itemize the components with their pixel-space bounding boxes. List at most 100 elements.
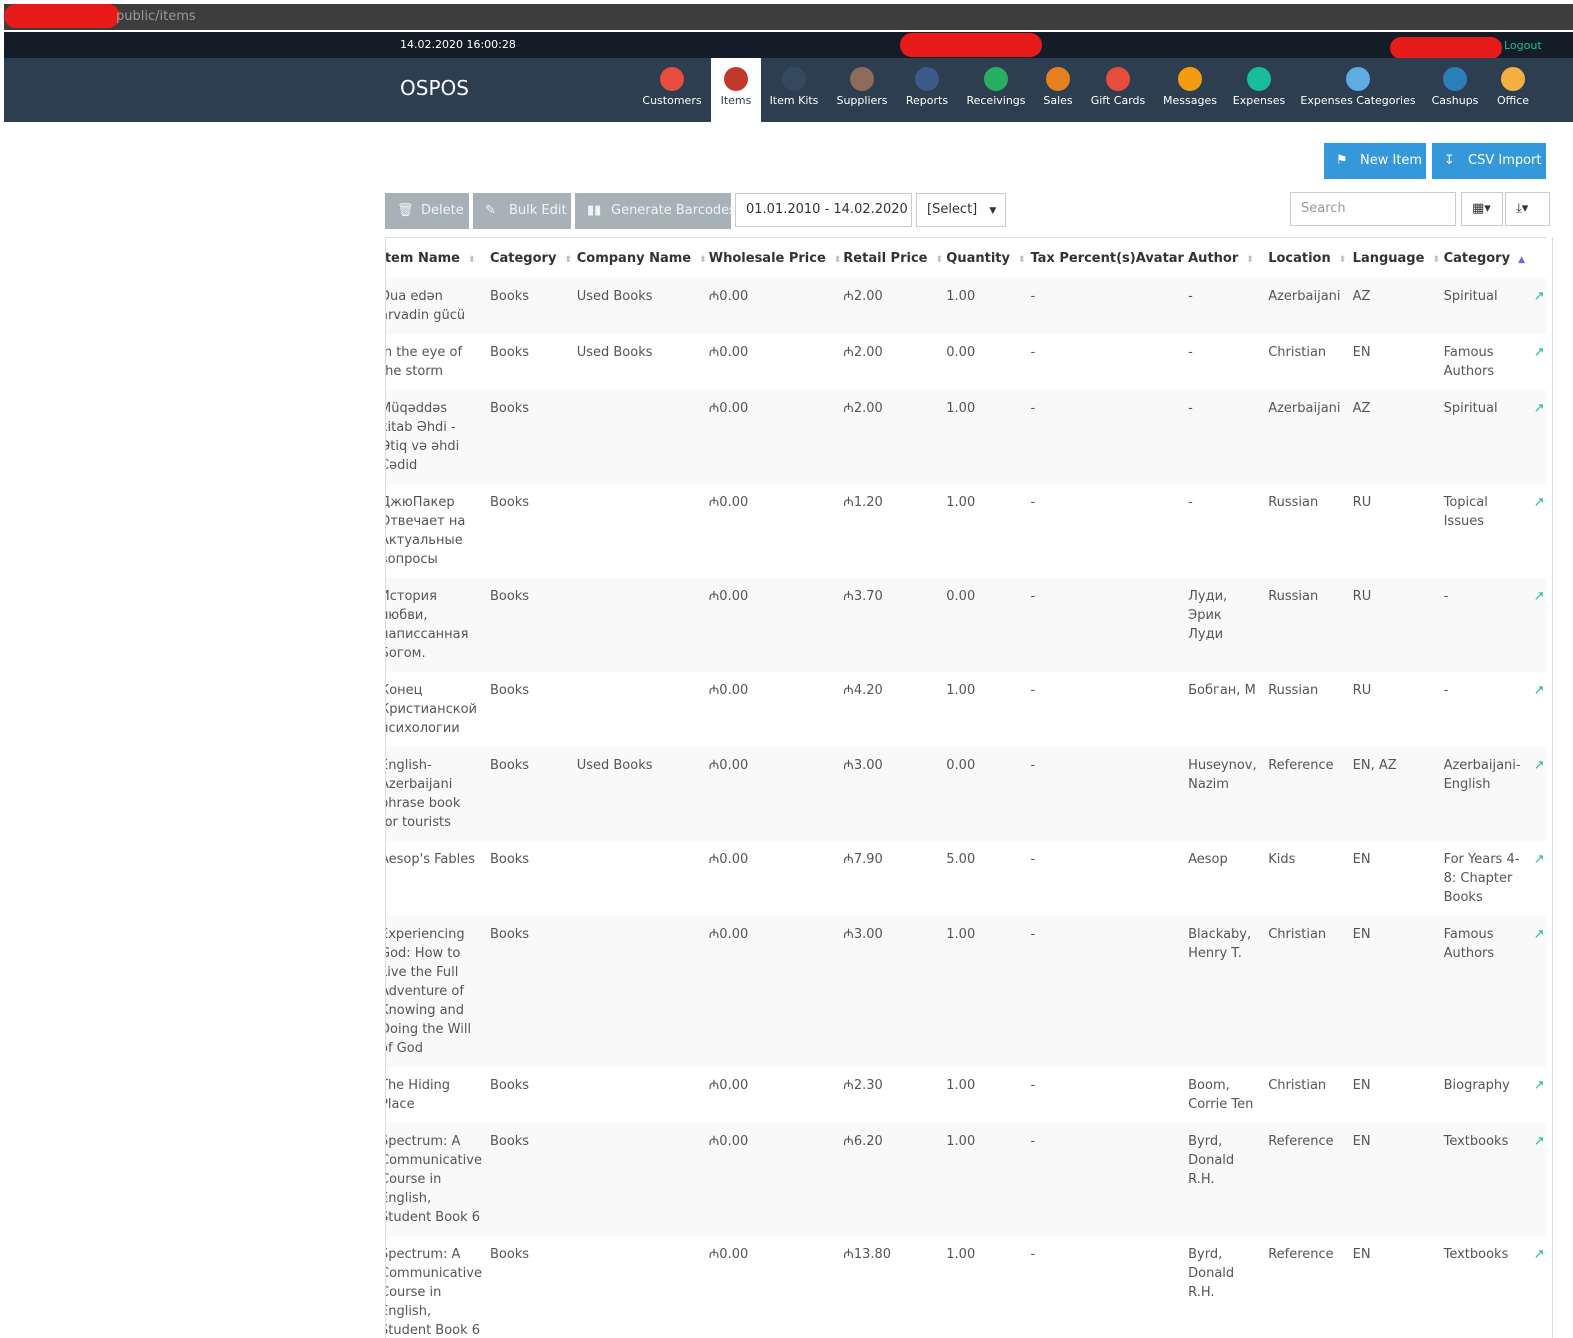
cell-language: AZ (1352, 278, 1444, 334)
edit-icon[interactable]: ↗ (1534, 1247, 1545, 1262)
sort-icon: ⬍ (467, 254, 476, 265)
edit-cell: ↗ (1533, 1123, 1546, 1236)
cell-retail: ₼3.70 (843, 578, 947, 672)
bulk-edit-button[interactable]: ✎ Bulk Edit (473, 193, 571, 229)
nav-item-label: Customers (642, 94, 702, 107)
edit-icon[interactable]: ↗ (1534, 1134, 1545, 1149)
table-row[interactable]: Aesop's Fables Books ₼0.00 ₼7.90 5.00 - Aesop K… (386, 841, 1546, 916)
cell-tax: - (1030, 578, 1136, 672)
cell-qty: 1.00 (946, 1078, 976, 1093)
table-row[interactable]: Конец Кристианской психологии Books ₼0.00 ₼… (385, 672, 1546, 747)
edit-icon[interactable]: ↗ (1534, 589, 1545, 604)
edit-icon[interactable]: ↗ (1534, 758, 1545, 773)
cell-tax: - (1030, 683, 1036, 698)
sales-icon (1046, 67, 1070, 91)
table-row[interactable]: Spectrum: A Communicative Course in Engl… (386, 1236, 1546, 1338)
gift-cards-icon (1106, 67, 1130, 91)
cell-wholesale: ₼0.00 (708, 1123, 844, 1236)
column-header[interactable]: Language ⬍ (1352, 237, 1444, 278)
columns-toggle-button[interactable]: ▦▾ (1461, 192, 1503, 226)
nav-item-gift-cards[interactable]: Gift Cards (1085, 58, 1151, 122)
cell-tax: - (1030, 495, 1036, 510)
nav-item-item-kits[interactable]: Item Kits (764, 58, 824, 122)
edit-icon[interactable]: ↗ (1534, 927, 1545, 942)
column-header[interactable]: Wholesale Price ⬍ (708, 237, 844, 278)
nav-item-sales[interactable]: Sales (1036, 58, 1080, 122)
column-header[interactable]: Quantity ⬍ (946, 237, 1031, 278)
nav-item-items[interactable]: Items (711, 58, 761, 122)
cell-language: EN (1352, 852, 1371, 867)
browser-url[interactable]: public/items (116, 9, 196, 24)
edit-cell: ↗ (1533, 278, 1546, 334)
column-header-label: Wholesale Price (708, 250, 826, 266)
cell-author: Byrd, Donald R.H. (1188, 1247, 1235, 1300)
column-header-label: Item Name (385, 250, 460, 266)
nav-item-reports[interactable]: Reports (899, 58, 955, 122)
table-row[interactable]: The Hiding Place Books ₼0.00 ₼2.30 1.00 - Boom… (386, 1067, 1546, 1123)
edit-icon[interactable]: ↗ (1534, 1078, 1545, 1093)
cell-retail: ₼4.20 (843, 683, 883, 698)
column-header[interactable]: Retail Price ⬍ (843, 237, 947, 278)
nav-item-label: Cashups (1431, 94, 1479, 107)
nav-item-expenses[interactable]: Expenses (1228, 58, 1290, 122)
column-header[interactable]: Tax Percent(s) (1030, 237, 1136, 278)
edit-icon[interactable]: ↗ (1534, 401, 1545, 416)
table-row[interactable]: История любви, написсанная Богом.Books ₼0… (386, 578, 1546, 672)
nav-item-receivings[interactable]: Receivings (959, 58, 1033, 122)
cell-wholesale: ₼0.00 (708, 747, 844, 841)
search-input[interactable]: Search (1290, 192, 1456, 226)
generate-barcodes-button[interactable]: ▮▮ Generate Barcodes (575, 193, 736, 229)
edit-icon[interactable]: ↗ (1534, 683, 1545, 698)
filter-select[interactable]: [Select] ▼ (916, 193, 1006, 227)
delete-button[interactable]: 🗑 Delete (385, 193, 469, 229)
brand-logo[interactable]: OSPOS (400, 76, 469, 100)
cell-category2: Spiritual (1443, 278, 1534, 334)
date-range-input[interactable]: 01.01.2010 - 14.02.2020 (735, 193, 912, 227)
column-header[interactable]: Item Name ⬍ (385, 237, 490, 278)
cell-wholesale: ₼0.00 (708, 1247, 749, 1262)
barcode-icon: ▮▮ (587, 203, 602, 218)
sort-icon: ⬍ (564, 254, 572, 265)
cell-qty: 0.00 (946, 747, 1031, 841)
cell-company: Used Books (576, 747, 709, 841)
column-header[interactable]: Category ▲ (1443, 237, 1534, 278)
nav-item-customers[interactable]: Customers (637, 58, 707, 122)
column-header[interactable]: Category ⬍ (489, 237, 577, 278)
cell-category: Books (489, 278, 577, 334)
table-row[interactable]: Dua edən arvadin gücü Books Used Books ₼0.0… (386, 278, 1546, 334)
nav-item-messages[interactable]: Messages (1157, 58, 1223, 122)
logout-link[interactable]: Logout (1504, 39, 1542, 52)
cell-category: Books (489, 852, 530, 867)
table-row[interactable]: Spectrum: A Communicative Course in Engl… (386, 1123, 1546, 1236)
table-row[interactable]: Experiencing God: How to Live the Full A… (386, 916, 1546, 1067)
expenses-categories-icon (1346, 67, 1370, 91)
nav-item-cashups[interactable]: Cashups (1426, 58, 1484, 122)
table-row[interactable]: English-Azerbaijani phrase book for tour… (386, 747, 1546, 841)
new-item-button[interactable]: ⚑ New Item (1324, 143, 1426, 179)
edit-icon[interactable]: ↗ (1534, 852, 1545, 867)
table-row[interactable]: ДжюПакер Отвечает на Актуальные вопросы B… (386, 484, 1546, 578)
csv-import-button[interactable]: ↧ CSV Import (1432, 143, 1546, 179)
browser-address-bar[interactable]: public/items (4, 4, 1573, 30)
items-table-container: Item Name ⬍ Category ⬍ Company Name ⬍ Wholesal… (385, 237, 1553, 1338)
cell-language: RU (1352, 495, 1372, 510)
table-row[interactable]: In the eye of the storm Books Used Books ₼0… (386, 334, 1546, 390)
column-header[interactable]: Location ⬍ (1268, 237, 1353, 278)
csv-import-label: CSV Import (1468, 153, 1542, 168)
edit-icon[interactable]: ↗ (1534, 289, 1545, 304)
nav-item-suppliers[interactable]: Suppliers (830, 58, 894, 122)
column-header[interactable]: Avatar (1135, 237, 1189, 278)
column-header[interactable]: Company Name ⬍ (576, 237, 709, 278)
table-row[interactable]: Müqəddəs kitab Əhdi - Ətiq və əhdi Cədid… (386, 390, 1546, 484)
edit-cell: ↗ (1534, 1067, 1546, 1123)
nav-item-office[interactable]: Office (1489, 58, 1537, 122)
edit-icon[interactable]: ↗ (1534, 345, 1545, 360)
edit-icon[interactable]: ↗ (1534, 495, 1545, 510)
cell-name: Конец Кристианской психологии (385, 683, 477, 736)
nav-item-expenses-categories[interactable]: Expenses Categories (1297, 58, 1419, 122)
trash-icon: 🗑 (397, 203, 414, 218)
column-header[interactable]: Author ⬍ (1188, 237, 1269, 278)
delete-label: Delete (421, 203, 464, 218)
cell-avatar (1135, 916, 1189, 1067)
export-button[interactable]: ⤓▾ (1505, 192, 1550, 226)
